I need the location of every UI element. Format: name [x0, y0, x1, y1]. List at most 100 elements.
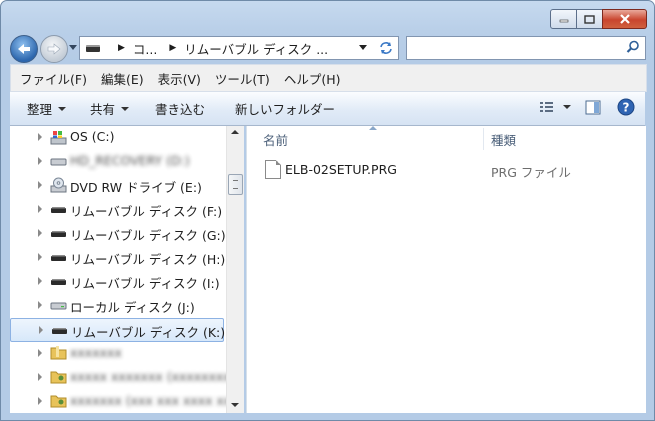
forward-button[interactable] [40, 35, 68, 63]
tree-item-user-folder[interactable]: xxxxxxx (xxx xxx xxxx xx [10, 390, 226, 412]
dvd-drive-icon [50, 177, 67, 193]
expand-arrow-icon[interactable] [38, 397, 42, 405]
search-box[interactable] [406, 36, 646, 60]
command-bar: 整理 共有 書き込む 新しいフォルダー ? [10, 92, 645, 126]
expand-arrow-icon[interactable] [38, 205, 42, 213]
chevron-down-icon[interactable] [563, 105, 571, 109]
tree-scrollbar[interactable] [226, 126, 244, 413]
tree-item-label: リムーバブル ディスク (H:) [70, 252, 226, 267]
expand-arrow-icon[interactable] [38, 181, 42, 189]
removable-disk-icon [52, 328, 67, 334]
view-controls: ? [539, 98, 635, 116]
chevron-right-icon[interactable]: ▶ [169, 43, 176, 53]
address-dropdown-icon[interactable] [359, 45, 367, 50]
share-button[interactable]: 共有 [90, 99, 130, 118]
refresh-button[interactable] [373, 36, 399, 60]
user-folder-icon [50, 371, 67, 384]
tree-item-removable-f[interactable]: リムーバブル ディスク (F:) [10, 198, 224, 220]
maximize-button[interactable] [577, 9, 602, 29]
removable-disk-icon [51, 279, 66, 285]
tree-item-removable-g[interactable]: リムーバブル ディスク (G:) [10, 222, 226, 244]
new-folder-label: 新しいフォルダー [235, 102, 336, 117]
explorer-window: ▶ コ... ▶ リムーバブル ディスク ... ファイル(F) 編集(E) 表… [0, 0, 655, 421]
scrollbar-thumb[interactable] [228, 174, 243, 195]
expand-arrow-icon[interactable] [38, 301, 42, 309]
tree-item-label: DVD RW ドライブ (E:) [70, 180, 202, 195]
user-folder-icon [50, 395, 67, 408]
expand-arrow-icon[interactable] [38, 349, 42, 357]
column-header-type[interactable]: 種類 [491, 130, 516, 149]
organize-button[interactable]: 整理 [27, 99, 67, 118]
tree-item-label: HD_RECOVERY (D:) [70, 153, 190, 168]
expand-arrow-icon[interactable] [38, 133, 42, 141]
breadcrumb-segment-computer[interactable]: コ... [133, 39, 157, 58]
maximize-icon [584, 14, 595, 24]
breadcrumb-segment-drive[interactable]: リムーバブル ディスク ... [184, 39, 328, 58]
view-options-icon[interactable] [539, 100, 555, 114]
search-icon [626, 40, 639, 53]
preview-pane-icon[interactable] [585, 100, 601, 115]
tree-item-label: リムーバブル ディスク (I:) [70, 276, 220, 291]
file-type: PRG ファイル [491, 165, 571, 180]
tree-item-label: xxxxx xxxxxxx (xxxxxxxx [70, 369, 226, 384]
address-bar[interactable]: ▶ コ... ▶ リムーバブル ディスク ... [79, 36, 374, 60]
tree-item-label: ローカル ディスク (J:) [70, 300, 195, 315]
recent-pages-dropdown[interactable] [69, 45, 77, 50]
file-row[interactable]: ELB-02SETUP.PRG PRG ファイル [265, 160, 635, 180]
os-drive-icon [50, 131, 67, 145]
column-header-name[interactable]: 名前 [263, 130, 288, 149]
local-disk-icon [50, 302, 67, 310]
forward-arrow-icon [47, 43, 61, 55]
new-folder-button[interactable]: 新しいフォルダー [235, 99, 335, 118]
folder-tree: OS (C:) HD_RECOVERY (D:) DVD RW ドライブ (E:… [10, 126, 226, 413]
tree-item-folder[interactable]: xxxxxxx [10, 342, 224, 364]
tree-item-dvd-e[interactable]: DVD RW ドライブ (E:) [10, 174, 224, 196]
back-arrow-icon [18, 44, 30, 54]
chevron-down-icon [58, 106, 67, 111]
expand-arrow-icon[interactable] [38, 277, 42, 285]
tree-item-local-j[interactable]: ローカル ディスク (J:) [10, 294, 224, 316]
tree-item-user-folder[interactable]: xxxxx xxxxxxx (xxxxxxxx [10, 366, 226, 388]
tree-item-label: リムーバブル ディスク (K:) [71, 325, 226, 340]
refresh-icon [379, 42, 392, 54]
back-button[interactable] [10, 35, 38, 63]
navigation-pane: OS (C:) HD_RECOVERY (D:) DVD RW ドライブ (E:… [10, 126, 244, 413]
menu-edit[interactable]: 編集(E) [101, 69, 144, 88]
tree-item-removable-h[interactable]: リムーバブル ディスク (H:) [10, 246, 226, 268]
removable-disk-icon [51, 207, 66, 213]
sort-ascending-icon [369, 126, 377, 130]
file-list-pane: 名前 種類 ELB-02SETUP.PRG PRG ファイル [246, 126, 646, 413]
menu-file[interactable]: ファイル(F) [20, 69, 87, 88]
tree-item-removable-k[interactable]: リムーバブル ディスク (K:) [10, 318, 226, 342]
help-icon[interactable]: ? [617, 98, 635, 116]
organize-label: 整理 [27, 102, 53, 117]
tree-item-label: OS (C:) [70, 129, 115, 144]
folder-icon [50, 346, 67, 360]
tree-item-removable-i[interactable]: リムーバブル ディスク (I:) [10, 270, 224, 292]
chevron-down-icon [121, 106, 130, 111]
scroll-up-icon[interactable] [231, 130, 239, 134]
menu-view[interactable]: 表示(V) [158, 69, 201, 88]
expand-arrow-icon[interactable] [38, 229, 42, 237]
expand-arrow-icon[interactable] [38, 253, 42, 261]
column-divider[interactable] [483, 128, 484, 150]
tree-item-os-c[interactable]: OS (C:) [10, 126, 224, 148]
file-icon [265, 160, 281, 179]
tree-item-drive-d[interactable]: HD_RECOVERY (D:) [10, 150, 224, 172]
chevron-right-icon[interactable]: ▶ [118, 43, 125, 53]
tree-item-label: リムーバブル ディスク (F:) [70, 204, 223, 219]
close-button[interactable] [602, 9, 647, 29]
burn-button[interactable]: 書き込む [155, 99, 205, 118]
file-name: ELB-02SETUP.PRG [285, 162, 397, 177]
menu-help[interactable]: ヘルプ(H) [284, 69, 341, 88]
expand-arrow-icon[interactable] [39, 326, 43, 334]
search-input[interactable] [411, 38, 615, 58]
minimize-button[interactable] [550, 9, 577, 29]
expand-arrow-icon[interactable] [38, 157, 42, 165]
scroll-down-icon[interactable] [231, 403, 239, 407]
menu-tools[interactable]: ツール(T) [215, 69, 270, 88]
menu-bar: ファイル(F) 編集(E) 表示(V) ツール(T) ヘルプ(H) [10, 64, 647, 92]
expand-arrow-icon[interactable] [38, 373, 42, 381]
removable-disk-icon [51, 255, 66, 261]
removable-disk-icon [51, 231, 66, 237]
